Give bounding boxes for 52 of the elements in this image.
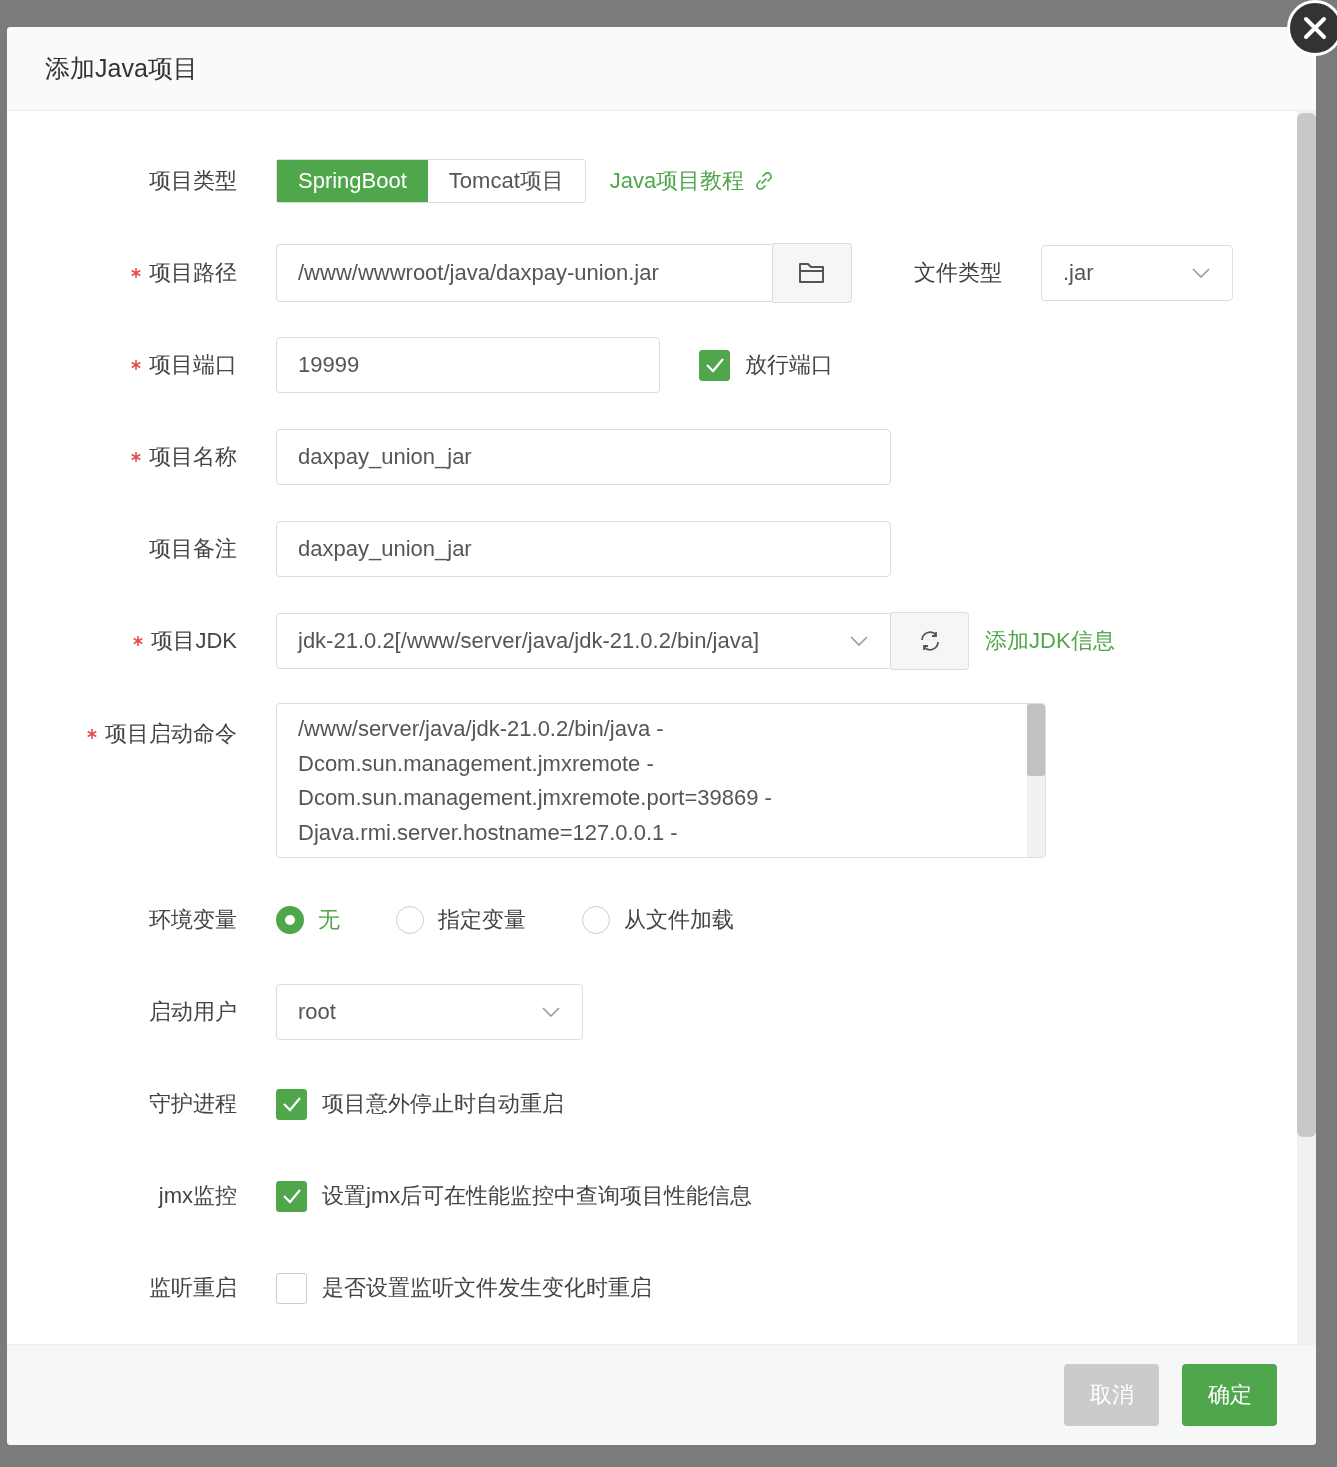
checkbox-label: 是否设置监听文件发生变化时重启 — [322, 1274, 652, 1302]
chevron-down-icon — [542, 1007, 560, 1017]
path-field[interactable]: /www/wwwroot/java/daxpay-union.jar — [276, 244, 773, 302]
file-type-label: 文件类型 — [914, 259, 1002, 287]
link-icon — [754, 171, 775, 191]
checkbox[interactable] — [699, 349, 730, 381]
radio-label: 无 — [318, 906, 340, 934]
browse-button[interactable] — [773, 243, 852, 303]
port-field[interactable]: 19999 — [276, 337, 660, 393]
field-label: 项目JDK — [151, 627, 237, 655]
close-icon — [1303, 16, 1327, 40]
folder-icon — [798, 262, 826, 284]
check-icon — [281, 1096, 302, 1112]
field-label: 监听重启 — [149, 1274, 237, 1302]
field-label: 启动用户 — [149, 998, 237, 1026]
refresh-icon — [918, 630, 941, 652]
field-label: 环境变量 — [149, 906, 237, 934]
checkbox-label: 设置jmx后可在性能监控中查询项目性能信息 — [322, 1182, 753, 1210]
checkbox[interactable] — [276, 1180, 307, 1212]
field-label: 项目启动命令 — [105, 720, 237, 748]
close-button[interactable] — [1287, 0, 1337, 56]
text-field[interactable]: daxpay_union_jar — [276, 521, 891, 577]
refresh-button[interactable] — [891, 612, 969, 670]
field-label: 项目类型 — [149, 167, 237, 195]
checkbox-label: 放行端口 — [745, 351, 833, 379]
check-icon — [704, 357, 725, 373]
checkbox-label: 项目意外停止时自动重启 — [322, 1090, 564, 1118]
user-select[interactable]: root — [276, 984, 583, 1040]
scrollbar[interactable] — [1297, 111, 1316, 1344]
field-label: 项目端口 — [149, 351, 237, 379]
radio-label: 从文件加载 — [624, 906, 734, 934]
file-type-select[interactable]: .jar — [1041, 245, 1233, 301]
dialog-title: 添加Java项目 — [45, 53, 198, 84]
field-label: 守护进程 — [149, 1090, 237, 1118]
command-field[interactable]: /www/server/java/jdk-21.0.2/bin/java - Dcom.sun.management.jmxremote - Dcom.sun.management.jmxremote.port=39869 - Djava.rmi.server.hostname=127.0.0.1 - — [276, 703, 1046, 858]
field-label: 项目备注 — [149, 535, 237, 563]
field-label: 项目名称 — [149, 443, 237, 471]
radio-label: 指定变量 — [438, 906, 526, 934]
radio-button[interactable] — [582, 906, 610, 934]
check-icon — [281, 1188, 302, 1204]
chevron-down-icon — [850, 636, 868, 646]
type-tab[interactable]: Tomcat项目 — [427, 160, 585, 202]
radio-button[interactable] — [276, 906, 304, 934]
chevron-down-icon — [1192, 268, 1210, 278]
jdk-select[interactable]: jdk-21.0.2[/www/server/java/jdk-21.0.2/bin/java] — [276, 613, 891, 669]
scrollbar[interactable] — [1027, 704, 1045, 857]
field-label: jmx监控 — [158, 1182, 237, 1210]
checkbox[interactable] — [276, 1272, 307, 1304]
radio-button[interactable] — [396, 906, 424, 934]
text-field[interactable]: daxpay_union_jar — [276, 429, 891, 485]
checkbox[interactable] — [276, 1088, 307, 1120]
field-label: 项目路径 — [149, 259, 237, 287]
